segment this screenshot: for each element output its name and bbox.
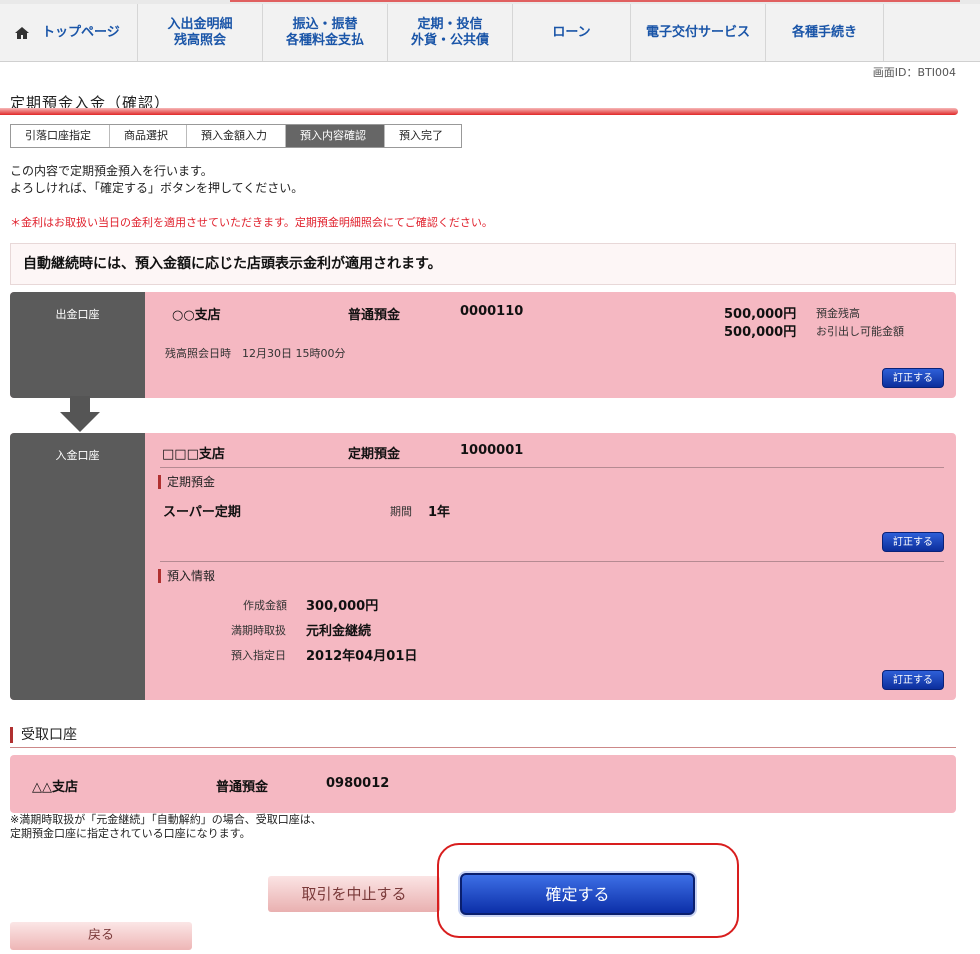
nav-transfer-payment[interactable]: 振込・振替 各種料金支払 (263, 4, 388, 61)
correct-product-button[interactable]: 訂正する (882, 532, 944, 552)
screen-id: 画面ID：BTI004 (872, 66, 956, 79)
down-arrow-icon (60, 396, 100, 432)
withdrawal-available: 500,000円 (724, 325, 797, 340)
divider (160, 467, 944, 468)
receiving-account-heading: 受取口座 (10, 727, 77, 743)
step-3: 預入金額入力 (187, 125, 286, 147)
maturity-value: 元利金継続 (306, 624, 372, 639)
nav-label: ローン (552, 24, 591, 40)
withdrawal-account-label: 出金口座 (10, 292, 145, 398)
deposit-type: 定期預金 (348, 447, 401, 462)
footnote-line-2: 定期預金口座に指定されている口座になります。 (10, 827, 251, 840)
deposit-number: 1000001 (460, 443, 524, 458)
deposit-account-label: 入金口座 (10, 433, 145, 700)
withdrawal-number: 0000110 (460, 304, 524, 319)
maturity-label: 満期時取扱 (231, 624, 286, 637)
correct-deposit-info-button[interactable]: 訂正する (882, 670, 944, 690)
nav-loan[interactable]: ローン (513, 4, 631, 61)
confirm-button[interactable]: 確定する (460, 873, 695, 915)
home-icon (15, 26, 29, 39)
nav-electronic-delivery[interactable]: 電子交付サービス (631, 4, 766, 61)
correct-withdrawal-button[interactable]: 訂正する (882, 368, 944, 388)
nav-top-page[interactable]: トップページ (0, 4, 138, 61)
intro-text: この内容で定期預金預入を行います。 よろしければ、「確定する」ボタンを押してくだ… (10, 163, 303, 197)
global-navigation: トップページ 入出金明細 残高照会 振込・振替 各種料金支払 定期・投信 外貨・公共債… (0, 0, 980, 62)
withdrawal-available-label: お引出し可能金額 (816, 325, 904, 338)
deposit-branch: □□□支店 (162, 447, 225, 462)
term-value: 1年 (428, 505, 451, 520)
step-2: 商品選択 (110, 125, 187, 147)
withdrawal-branch: ○○支店 (172, 308, 221, 323)
receiving-type: 普通預金 (216, 780, 269, 795)
maturity-footnote: ※満期時取扱が「元金継続」「自動解約」の場合、受取口座は、 定期預金口座に指定さ… (10, 813, 322, 841)
divider (160, 561, 944, 562)
nav-label: 各種手続き (791, 24, 857, 40)
back-button[interactable]: 戻る (10, 922, 192, 950)
interest-notice: ＊金利はお取扱い当日の金利を適用させていただきます。定期預金明細照会にてご確認く… (10, 216, 493, 229)
nav-top-page-label: トップページ (42, 24, 120, 40)
nav-procedures[interactable]: 各種手続き (766, 4, 884, 61)
footnote-line-1: ※満期時取扱が「元金継続」「自動解約」の場合、受取口座は、 (10, 813, 322, 826)
auto-renewal-banner: 自動継続時には、預入金額に応じた店頭表示金利が適用されます。 (10, 243, 956, 285)
nav-label: 各種料金支払 (285, 32, 364, 48)
cancel-transaction-button[interactable]: 取引を中止する (268, 876, 440, 912)
withdrawal-account-panel: 出金口座 ○○支店 普通預金 0000110 500,000円 預金残高 500… (10, 292, 956, 398)
nav-label: 振込・振替 (292, 16, 358, 32)
product-section-heading: 定期預金 (158, 475, 215, 489)
nav-statement-balance[interactable]: 入出金明細 残高照会 (138, 4, 263, 61)
title-underline (0, 108, 958, 115)
term-label: 期間 (390, 505, 412, 518)
deposit-account-panel: 入金口座 □□□支店 定期預金 1000001 定期預金 スーパー定期 期間 1… (10, 433, 956, 700)
nav-label: 外貨・公共債 (410, 32, 489, 48)
step-5: 預入完了 (399, 129, 443, 142)
amount-value: 300,000円 (306, 599, 379, 614)
divider (10, 747, 956, 748)
step-indicator: 引落口座指定 商品選択 預入金額入力 預入内容確認 預入完了 (10, 124, 462, 148)
nav-label: 定期・投信 (417, 16, 483, 32)
deposit-info-heading: 預入情報 (158, 569, 215, 583)
intro-line-1: この内容で定期預金預入を行います。 (10, 164, 213, 178)
receiving-branch: △△支店 (32, 780, 78, 795)
deposit-date-label: 預入指定日 (231, 649, 286, 662)
withdrawal-type: 普通預金 (348, 308, 401, 323)
product-name: スーパー定期 (163, 505, 241, 520)
nav-time-deposit-investment[interactable]: 定期・投信 外貨・公共債 (388, 4, 513, 61)
receiving-account-panel: △△支店 普通預金 0980012 (10, 755, 956, 813)
receiving-number: 0980012 (326, 776, 390, 791)
step-1: 引落口座指定 (11, 125, 110, 147)
withdrawal-balance-label: 預金残高 (816, 307, 860, 320)
nav-label: 入出金明細 (167, 16, 233, 32)
withdrawal-balance: 500,000円 (724, 307, 797, 322)
nav-label: 残高照会 (173, 32, 226, 48)
nav-label: 電子交付サービス (645, 24, 750, 40)
amount-label: 作成金額 (243, 599, 287, 612)
deposit-date-value: 2012年04月01日 (306, 649, 418, 664)
balance-inquiry-datetime: 残高照会日時 12月30日 15時00分 (165, 347, 346, 360)
intro-line-2: よろしければ、「確定する」ボタンを押してください。 (10, 181, 304, 195)
step-4-current: 預入内容確認 (286, 125, 385, 147)
